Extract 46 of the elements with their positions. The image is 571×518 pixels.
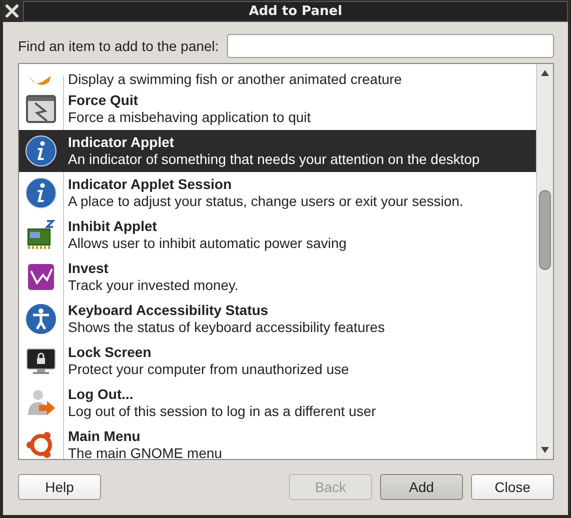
item-description: Protect your computer from unauthorized use (68, 361, 349, 378)
list-item[interactable]: Indicator Applet An indicator of something that needs your attention on the desktop (19, 130, 536, 172)
item-description: The main GNOME menu (68, 445, 222, 459)
scrollbar[interactable] (537, 64, 553, 459)
item-title: Invest (68, 260, 110, 277)
item-title: Lock Screen (68, 344, 152, 361)
dialog-button[interactable]: Add (380, 474, 463, 500)
item-title: Force Quit (68, 92, 140, 109)
item-description: An indicator of something that needs your attention on the desktop (68, 151, 480, 168)
item-title: Inhibit Applet (68, 218, 158, 235)
list-item[interactable]: Force Quit Force a misbehaving application to quit (19, 88, 536, 130)
search-field[interactable] (226, 34, 554, 58)
scroll-down-icon[interactable] (541, 447, 549, 453)
list-item[interactable]: Lock Screen Protect your computer from unauthorized use (19, 340, 536, 382)
item-description: Log out of this session to log in as a different user (68, 403, 376, 420)
list-item[interactable]: Indicator Applet Session A place to adjust your status, change users or exit your session. (19, 172, 536, 214)
search-label: Find an item to add to the panel: (18, 38, 219, 54)
dialog-button[interactable]: Close (471, 474, 554, 500)
item-description: Track your invested money. (68, 277, 238, 294)
item-title: Main Menu (68, 428, 142, 445)
item-title: Keyboard Accessibility Status (68, 302, 270, 319)
list-item[interactable]: Inhibit Applet Allows user to inhibit automatic power saving (19, 214, 536, 256)
list-item[interactable]: Log Out... Log out of this session to log in as a different user (19, 382, 536, 424)
item-title: Indicator Applet (68, 134, 176, 151)
window-icon (25, 93, 57, 125)
item-description: Display a swimming fish or another animated creature (68, 71, 402, 88)
close-icon[interactable] (5, 4, 19, 18)
scroll-thumb[interactable] (539, 190, 551, 270)
dialog-button[interactable]: Help (18, 474, 101, 500)
accessibility-icon (25, 303, 57, 335)
item-description: Allows user to inhibit automatic power saving (68, 235, 347, 252)
list-item[interactable]: Keyboard Accessibility Status Shows the status of keyboard accessibility features (19, 298, 536, 340)
info-icon (25, 135, 57, 167)
item-description: Force a misbehaving application to quit (68, 109, 311, 126)
item-title: Indicator Applet Session (68, 176, 233, 193)
list-item[interactable]: Display a swimming fish or another animated creature (19, 64, 536, 88)
window-title: Add to Panel (23, 0, 568, 22)
list-item[interactable]: Main Menu The main GNOME menu (19, 424, 536, 459)
item-description: A place to adjust your status, change users or exit your session. (68, 193, 464, 210)
chart-icon (25, 261, 57, 293)
item-title: Log Out... (68, 386, 134, 403)
info-icon (25, 177, 57, 209)
list-item[interactable]: Invest Track your invested money. (19, 256, 536, 298)
scroll-up-icon[interactable] (541, 70, 549, 76)
chip-icon (25, 219, 57, 251)
item-description: Shows the status of keyboard accessibility features (68, 319, 385, 336)
